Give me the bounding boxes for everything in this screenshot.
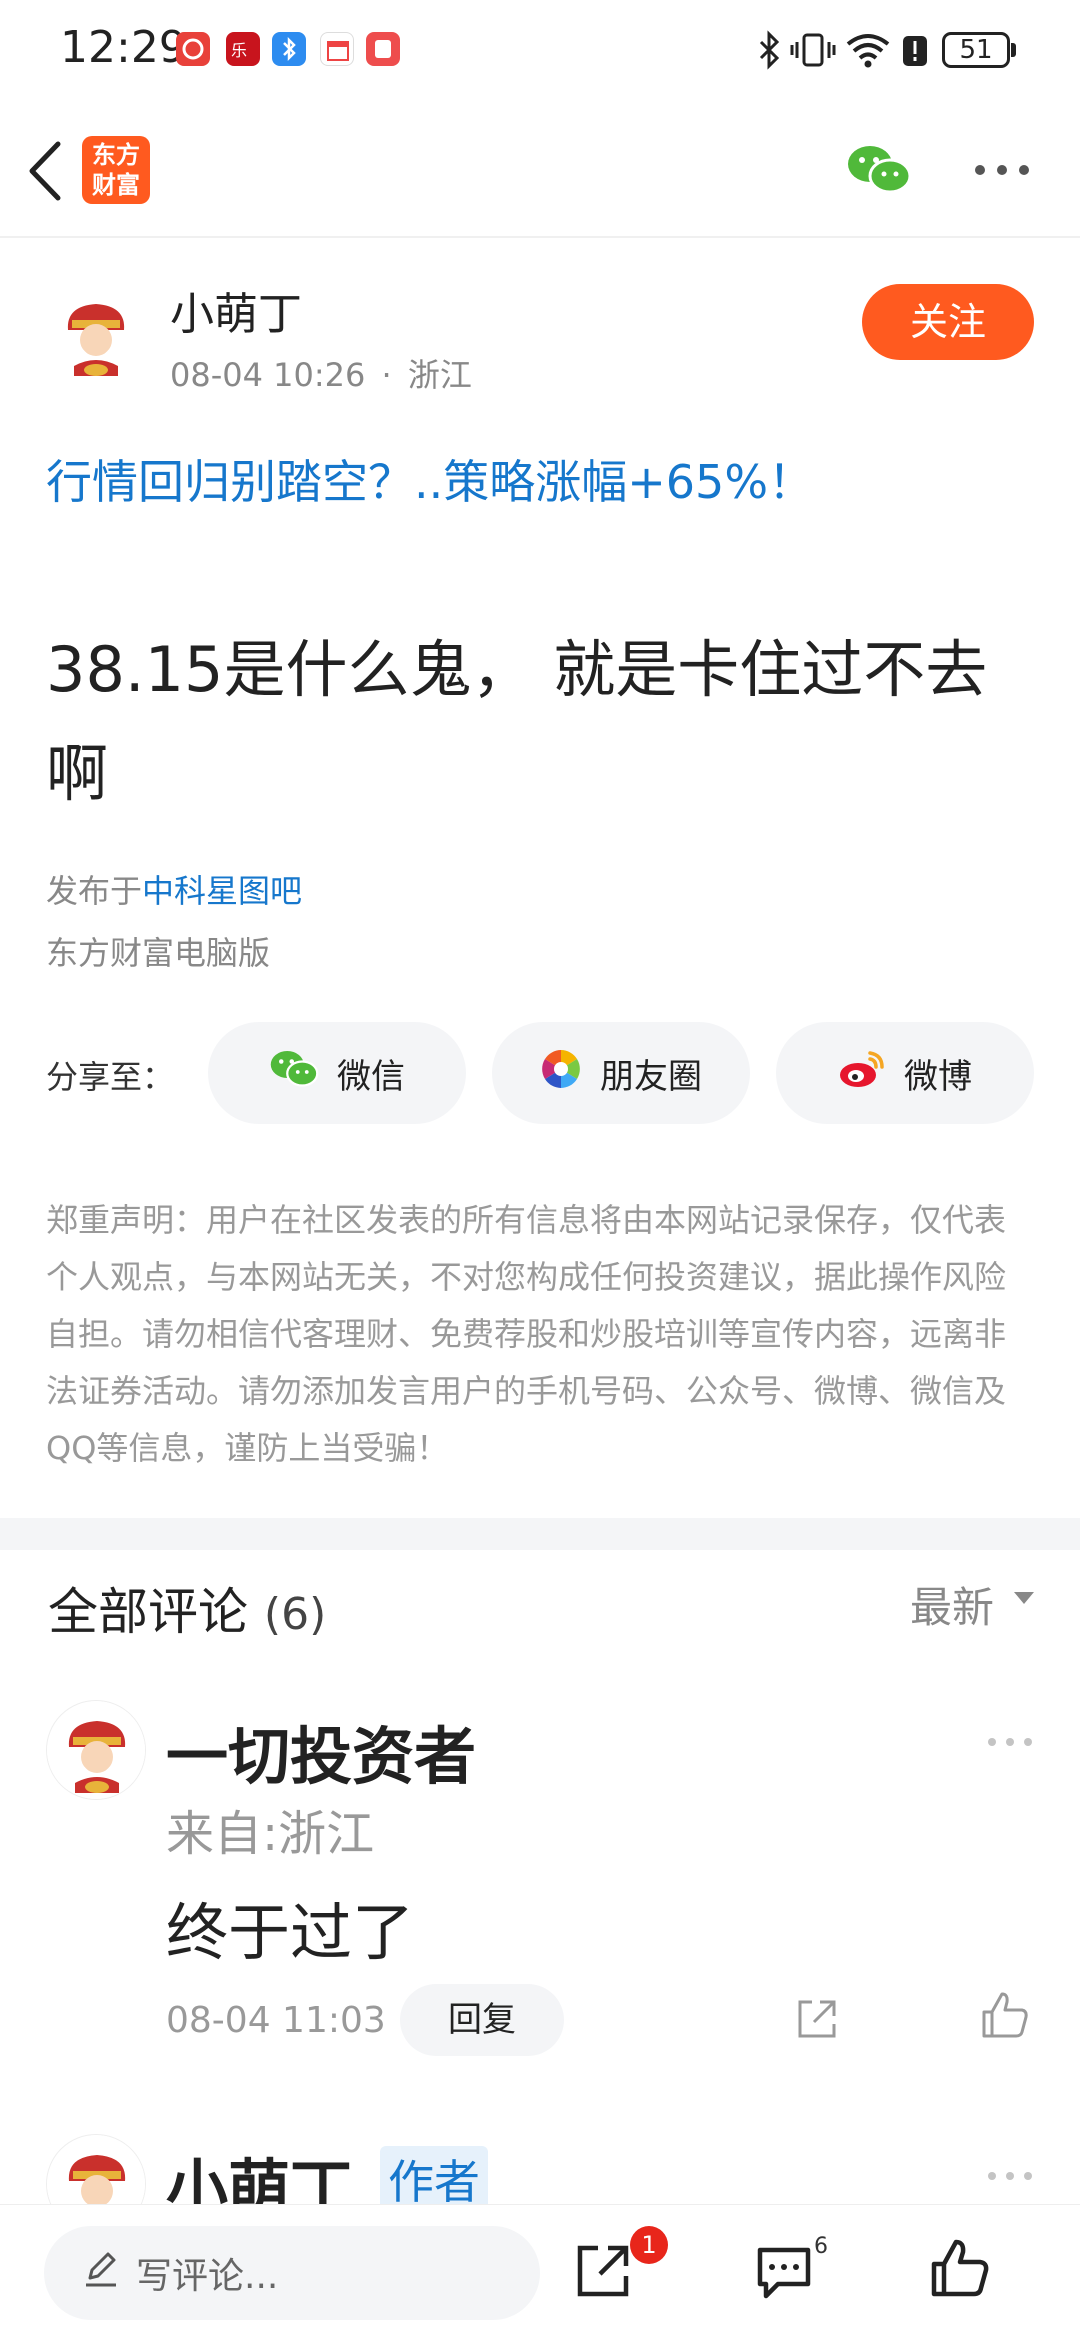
bluetooth-app-icon xyxy=(272,32,306,66)
author-name[interactable]: 小萌丁 xyxy=(170,278,302,342)
comment-more-icon[interactable] xyxy=(986,2168,1034,2187)
sort-dropdown[interactable]: 最新 xyxy=(910,1574,994,1635)
share-weibo-button[interactable]: 微博 xyxy=(776,1022,1034,1124)
post-location: 浙江 xyxy=(407,356,472,394)
comments-header: 全部评论 (6) xyxy=(48,1572,326,1644)
comment-text: 终于过了 xyxy=(166,1896,415,1969)
post-body: 38.15是什么鬼， 就是卡住过不去啊 xyxy=(46,633,988,810)
author-tag-badge: 作者 xyxy=(380,2146,488,2212)
wechat-icon[interactable] xyxy=(846,142,912,202)
logo-text-line2: 财富 xyxy=(92,171,140,199)
wifi-icon xyxy=(844,28,892,72)
app-logo[interactable]: 东方 财富 xyxy=(82,136,150,204)
weibo-icon xyxy=(838,1049,886,1098)
share-count-badge: 1 xyxy=(630,2226,668,2264)
vibrate-icon xyxy=(790,28,836,72)
bar-link[interactable]: 中科星图吧 xyxy=(142,872,302,910)
calendar-app-icon xyxy=(320,32,354,66)
more-icon[interactable] xyxy=(972,158,1032,186)
bluetooth-icon xyxy=(754,28,784,72)
commenter-avatar[interactable] xyxy=(46,1700,146,1800)
comment-like-icon[interactable] xyxy=(980,1990,1030,2044)
share-icon[interactable] xyxy=(572,2240,634,2306)
share-label: 分享至： xyxy=(46,1058,175,1096)
app-icon-5 xyxy=(366,32,400,66)
comment-icon[interactable] xyxy=(754,2244,814,2304)
follow-button[interactable]: 关注 xyxy=(862,284,1034,360)
share-moments-label: 朋友圈 xyxy=(600,1056,702,1097)
battery-indicator: 51 xyxy=(942,32,1010,68)
nav-divider xyxy=(0,236,1080,238)
share-moments-button[interactable]: 朋友圈 xyxy=(492,1022,750,1124)
comment-count: 6 xyxy=(814,2234,828,2259)
commenter-name[interactable]: 一切投资者 xyxy=(166,1706,476,1796)
caret-down-icon[interactable] xyxy=(1014,1592,1034,1604)
disclaimer-text: 郑重声明：用户在社区发表的所有信息将由本网站记录保存，仅代表个人观点，与本网站无… xyxy=(46,1201,1007,1467)
moments-icon xyxy=(540,1048,582,1099)
app-icon-1 xyxy=(176,32,210,66)
alert-icon xyxy=(900,28,930,72)
logo-text-line1: 东方 xyxy=(92,141,140,169)
comment-time: 08-04 11:03 xyxy=(166,2000,386,2041)
svg-text:乐: 乐 xyxy=(231,41,247,60)
battery-tip xyxy=(1011,43,1016,57)
share-weibo-label: 微博 xyxy=(904,1056,972,1097)
author-avatar[interactable] xyxy=(46,284,146,384)
commenter-location: 来自:浙江 xyxy=(166,1806,375,1862)
comments-count: (6) xyxy=(263,1589,327,1640)
promo-title-link[interactable]: 行情回归别踏空？..策略涨幅+65%！ xyxy=(46,446,814,512)
pencil-icon xyxy=(84,2250,118,2297)
section-divider xyxy=(0,1518,1080,1550)
post-date: 08-04 10:26 xyxy=(170,356,366,394)
wechat-icon xyxy=(269,1048,319,1099)
status-time: 12:29 xyxy=(60,22,187,73)
comment-share-icon[interactable] xyxy=(794,1996,840,2046)
comment-input[interactable]: 写评论... xyxy=(44,2226,540,2320)
post-source: 东方财富电脑版 xyxy=(46,934,271,972)
comments-title: 全部评论 xyxy=(48,1583,248,1641)
published-line: 发布于中科星图吧 xyxy=(46,866,302,912)
author-meta: 08-04 10:26 · 浙江 xyxy=(170,350,472,396)
comment-more-icon[interactable] xyxy=(986,1734,1034,1753)
reply-button[interactable]: 回复 xyxy=(400,1984,564,2056)
share-wechat-label: 微信 xyxy=(337,1056,405,1097)
meta-separator: · xyxy=(381,356,392,394)
back-arrow-icon[interactable] xyxy=(22,138,68,208)
comment-input-placeholder: 写评论... xyxy=(136,2256,279,2297)
app-icon-2: 乐 xyxy=(226,32,260,66)
share-wechat-button[interactable]: 微信 xyxy=(208,1022,466,1124)
published-prefix: 发布于 xyxy=(46,872,143,910)
like-icon[interactable] xyxy=(930,2238,990,2302)
